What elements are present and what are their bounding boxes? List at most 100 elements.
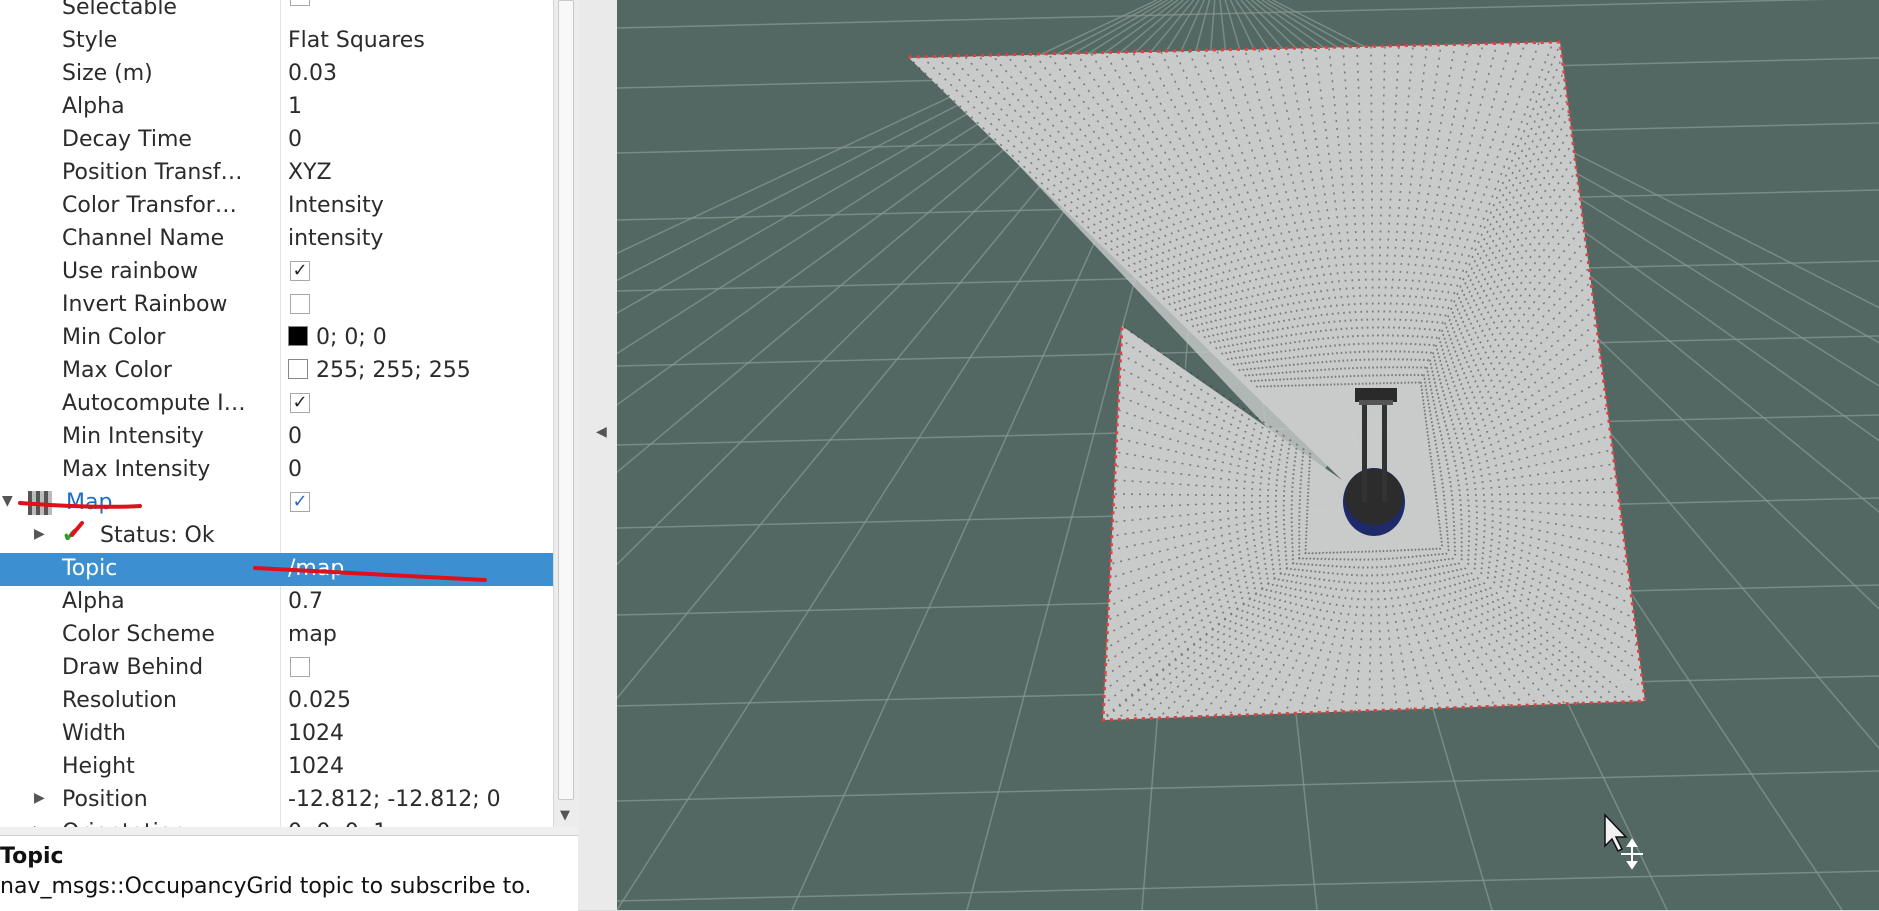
property-value[interactable]: 0; 0; 0; 1 (288, 820, 387, 827)
tree-scrollbar[interactable]: ▼ (553, 0, 578, 827)
property-row-use-rainbow[interactable]: Use rainbow ✓ (0, 256, 553, 289)
collapse-arrow-icon[interactable]: ▼ (2, 493, 13, 509)
color-text: 255; 255; 255 (316, 358, 471, 383)
color-swatch (288, 326, 308, 346)
property-label: Size (m) (62, 61, 153, 86)
property-value[interactable]: 0.03 (288, 61, 337, 86)
property-value[interactable]: Flat Squares (288, 28, 425, 53)
checkmark-icon: ✔ (62, 523, 80, 548)
property-checkbox[interactable]: ✓ (290, 393, 310, 413)
property-row-orientation[interactable]: ▶ Orientation 0; 0; 0; 1 (0, 817, 553, 827)
property-row-status-ok[interactable]: ▶ ✔ Status: Ok (0, 520, 553, 553)
property-label: Resolution (62, 688, 177, 713)
3d-render-view[interactable] (617, 0, 1879, 910)
property-checkbox[interactable] (290, 657, 310, 677)
help-title: Topic (0, 844, 64, 869)
property-label: Min Intensity (62, 424, 204, 449)
property-label: Max Intensity (62, 457, 210, 482)
property-value[interactable]: 1024 (288, 754, 344, 779)
property-checkbox[interactable]: ✓ (290, 261, 310, 281)
property-row-draw-behind[interactable]: Draw Behind (0, 652, 553, 685)
scroll-down-arrow-icon[interactable]: ▼ (560, 808, 570, 823)
display-property-tree: Selectable Style Flat Squares Size (m) 0.03 A… (0, 0, 553, 827)
properties-panel: Selectable Style Flat Squares Size (m) 0.03 A… (0, 0, 578, 910)
property-label: Color Scheme (62, 622, 215, 647)
help-description: nav_msgs::OccupancyGrid topic to subscri… (0, 874, 531, 899)
property-label: Invert Rainbow (62, 292, 227, 317)
property-value[interactable]: -12.812; -12.812; 0 (288, 787, 501, 812)
property-label: Position (62, 787, 148, 812)
display-enable-checkbox[interactable]: ✓ (290, 492, 310, 512)
display-row-map[interactable]: ▼ Map ✓ (0, 487, 553, 520)
collapse-arrow-icon[interactable]: ◀ (596, 424, 607, 440)
color-value[interactable]: 255; 255; 255 (288, 358, 471, 383)
property-value[interactable]: XYZ (288, 160, 332, 185)
property-value[interactable]: 0 (288, 457, 302, 482)
property-label: Use rainbow (62, 259, 198, 284)
occupancy-map (909, 42, 1645, 720)
property-label: Orientation (62, 820, 186, 827)
panel-splitter[interactable] (578, 0, 617, 910)
property-value[interactable]: 0 (288, 424, 302, 449)
property-label: Alpha (62, 94, 125, 119)
mouse-pointer-icon (1605, 815, 1626, 851)
property-label: Style (62, 28, 117, 53)
property-label: Topic (62, 556, 117, 581)
property-row-topic[interactable]: Topic/map (0, 553, 553, 586)
grid-map-icon (28, 491, 52, 515)
property-label: Decay Time (62, 127, 192, 152)
property-label: Autocompute I… (62, 391, 246, 416)
color-swatch (288, 359, 308, 379)
property-value[interactable]: 1 (288, 94, 302, 119)
property-label: Position Transf… (62, 160, 243, 185)
property-label: Width (62, 721, 126, 746)
move-cross-icon (1621, 840, 1643, 868)
color-value[interactable]: 0; 0; 0 (288, 325, 387, 350)
expand-arrow-icon[interactable]: ▶ (34, 790, 45, 806)
property-row-autocompute-i[interactable]: Autocompute I… ✓ (0, 388, 553, 421)
property-label: Max Color (62, 358, 172, 383)
property-label: Status: Ok (100, 523, 215, 548)
display-name: Map (66, 490, 112, 515)
property-row-height[interactable]: Height 1024 (0, 751, 553, 784)
property-row-style[interactable]: Style Flat Squares (0, 25, 553, 58)
property-row-alpha[interactable]: Alpha 1 (0, 91, 553, 124)
property-row-max-color[interactable]: Max Color 255; 255; 255 (0, 355, 553, 388)
property-value[interactable]: 0.7 (288, 589, 323, 614)
property-checkbox[interactable] (290, 294, 310, 314)
property-label: Alpha (62, 589, 125, 614)
color-text: 0; 0; 0 (316, 325, 387, 350)
property-row-position[interactable]: ▶ Position -12.812; -12.812; 0 (0, 784, 553, 817)
property-row-selectable[interactable]: Selectable (0, 0, 553, 25)
property-label: Selectable (62, 0, 177, 20)
scene-canvas[interactable] (617, 0, 1879, 910)
property-label: Channel Name (62, 226, 224, 251)
property-value[interactable]: 0 (288, 127, 302, 152)
property-value[interactable]: map (288, 622, 337, 647)
property-row-color-scheme[interactable]: Color Scheme map (0, 619, 553, 652)
property-label: Draw Behind (62, 655, 203, 680)
property-row-decay-time[interactable]: Decay Time 0 (0, 124, 553, 157)
property-row-size-m[interactable]: Size (m) 0.03 (0, 58, 553, 91)
property-row-max-intensity[interactable]: Max Intensity 0 (0, 454, 553, 487)
property-value[interactable]: 0.025 (288, 688, 351, 713)
property-row-width[interactable]: Width 1024 (0, 718, 553, 751)
expand-arrow-icon[interactable]: ▶ (34, 526, 45, 542)
property-row-invert-rainbow[interactable]: Invert Rainbow (0, 289, 553, 322)
property-row-resolution[interactable]: Resolution 0.025 (0, 685, 553, 718)
expand-arrow-icon[interactable]: ▶ (34, 823, 45, 827)
property-checkbox[interactable] (290, 0, 310, 6)
property-value[interactable]: intensity (288, 226, 383, 251)
property-row-color-transfor[interactable]: Color Transfor…Intensity (0, 190, 553, 223)
property-row-min-intensity[interactable]: Min Intensity 0 (0, 421, 553, 454)
property-row-channel-name[interactable]: Channel Name intensity (0, 223, 553, 256)
property-value[interactable]: 1024 (288, 721, 344, 746)
scrollbar-thumb[interactable] (558, 0, 574, 800)
property-value[interactable]: /map (288, 556, 344, 581)
property-row-alpha[interactable]: Alpha 0.7 (0, 586, 553, 619)
property-label: Height (62, 754, 135, 779)
property-value[interactable]: Intensity (288, 193, 384, 218)
property-row-min-color[interactable]: Min Color 0; 0; 0 (0, 322, 553, 355)
property-row-position-transf[interactable]: Position Transf… XYZ (0, 157, 553, 190)
property-label: Min Color (62, 325, 165, 350)
